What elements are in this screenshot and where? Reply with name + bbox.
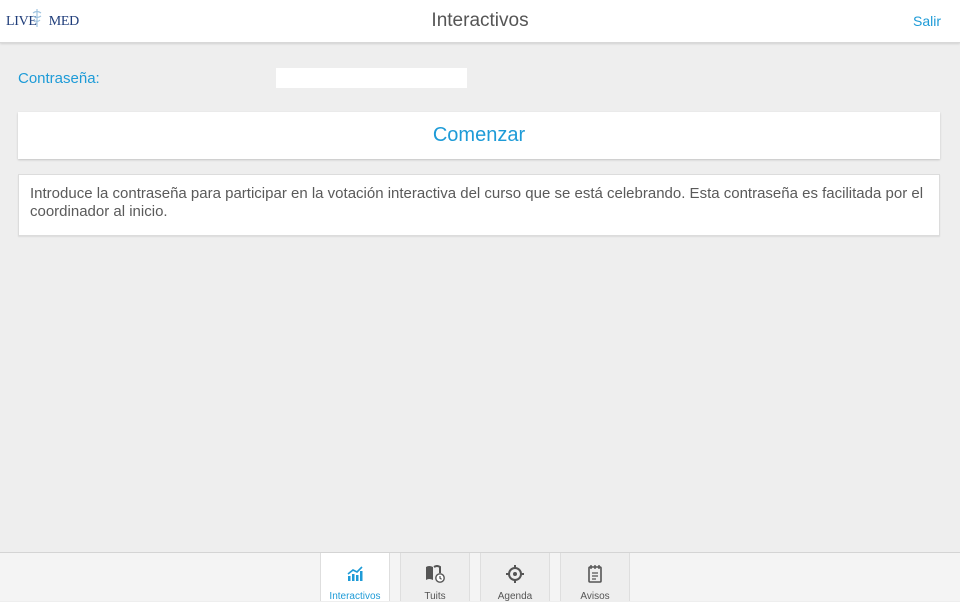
- page-title: Interactivos: [431, 10, 529, 31]
- tab-tuits[interactable]: Tuits: [400, 553, 470, 602]
- tab-agenda[interactable]: Agenda: [480, 553, 550, 602]
- tab-label: Agenda: [497, 591, 533, 602]
- bottom-tab-bar: Interactivos Tuits Agenda Avisos: [0, 552, 960, 602]
- tab-label: Interactivos: [329, 591, 381, 602]
- tab-avisos[interactable]: Avisos: [560, 553, 630, 602]
- info-message: Introduce la contraseña para participar …: [18, 174, 940, 236]
- chart-icon: [321, 565, 389, 585]
- logout-button[interactable]: Salir: [913, 13, 941, 29]
- tab-label: Tuits: [424, 591, 446, 602]
- tab-label: Avisos: [580, 591, 610, 602]
- book-clock-icon: [401, 565, 469, 585]
- start-button[interactable]: Comenzar: [18, 112, 940, 159]
- top-bar: LIVE MED Interactivos Salir: [0, 0, 960, 43]
- tab-interactivos[interactable]: Interactivos: [320, 553, 390, 602]
- password-label: Contraseña:: [18, 70, 100, 87]
- target-icon: [481, 565, 549, 585]
- password-row: Contraseña:: [18, 68, 940, 90]
- notes-icon: [561, 565, 629, 585]
- password-input[interactable]: [276, 68, 467, 88]
